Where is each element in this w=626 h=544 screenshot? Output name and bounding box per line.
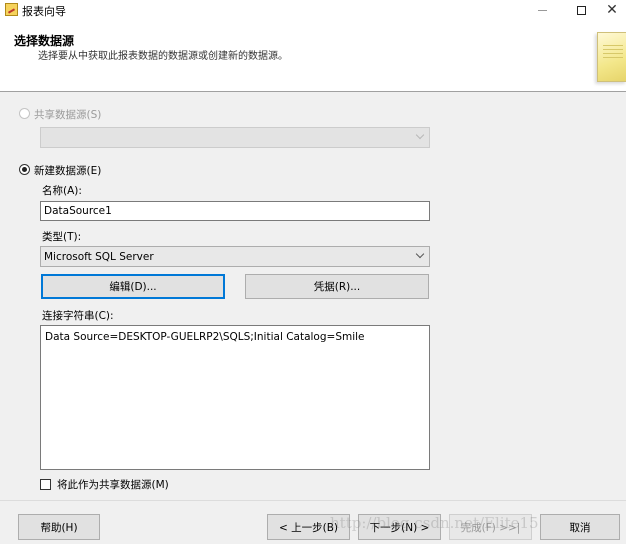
new-source-radio[interactable] xyxy=(19,164,30,175)
minimize-button[interactable] xyxy=(528,0,556,20)
close-button[interactable]: ✕ xyxy=(598,0,626,20)
next-button[interactable]: 下一步(N) > xyxy=(358,514,441,540)
shared-source-label: 共享数据源(S) xyxy=(34,109,102,121)
finish-button[interactable]: 完成(F) >>| xyxy=(449,514,532,540)
make-shared-label: 将此作为共享数据源(M) xyxy=(57,479,169,491)
window-title: 报表向导 xyxy=(22,5,66,18)
connection-string-textarea[interactable]: Data Source=DESKTOP-GUELRP2\SQLS;Initial… xyxy=(40,325,430,470)
maximize-button[interactable] xyxy=(567,0,595,20)
cancel-button[interactable]: 取消 xyxy=(540,514,620,540)
report-wizard-icon xyxy=(5,3,18,16)
edit-button[interactable]: 编辑(D)... xyxy=(41,274,225,299)
help-button[interactable]: 帮助(H) xyxy=(18,514,100,540)
shared-source-combo[interactable] xyxy=(40,127,430,148)
title-bar: 报表向导 ✕ xyxy=(0,0,626,20)
minimize-icon xyxy=(537,9,547,11)
type-select-value: Microsoft SQL Server xyxy=(44,251,154,263)
type-label: 类型(T): xyxy=(42,231,82,243)
wizard-footer: 帮助(H) < 上一步(B) 下一步(N) > 完成(F) >>| 取消 xyxy=(0,500,626,544)
page-subtitle: 选择要从中获取此报表数据的数据源或创建新的数据源。 xyxy=(38,51,288,62)
shared-source-radio[interactable] xyxy=(19,108,30,119)
document-icon xyxy=(597,32,626,82)
chevron-down-icon xyxy=(415,249,425,259)
connection-string-label: 连接字符串(C): xyxy=(42,310,114,322)
wizard-header: 选择数据源 选择要从中获取此报表数据的数据源或创建新的数据源。 xyxy=(0,20,626,92)
credentials-button[interactable]: 凭据(R)... xyxy=(245,274,429,299)
maximize-icon xyxy=(576,5,586,15)
name-label: 名称(A): xyxy=(42,185,82,197)
name-input-value: DataSource1 xyxy=(44,205,112,217)
name-input[interactable]: DataSource1 xyxy=(40,201,430,221)
close-icon: ✕ xyxy=(606,2,618,18)
connection-string-value: Data Source=DESKTOP-GUELRP2\SQLS;Initial… xyxy=(45,331,365,343)
make-shared-checkbox[interactable] xyxy=(40,479,51,490)
new-source-label: 新建数据源(E) xyxy=(34,165,102,177)
chevron-down-icon xyxy=(415,130,425,140)
back-button[interactable]: < 上一步(B) xyxy=(267,514,350,540)
type-select[interactable]: Microsoft SQL Server xyxy=(40,246,430,267)
